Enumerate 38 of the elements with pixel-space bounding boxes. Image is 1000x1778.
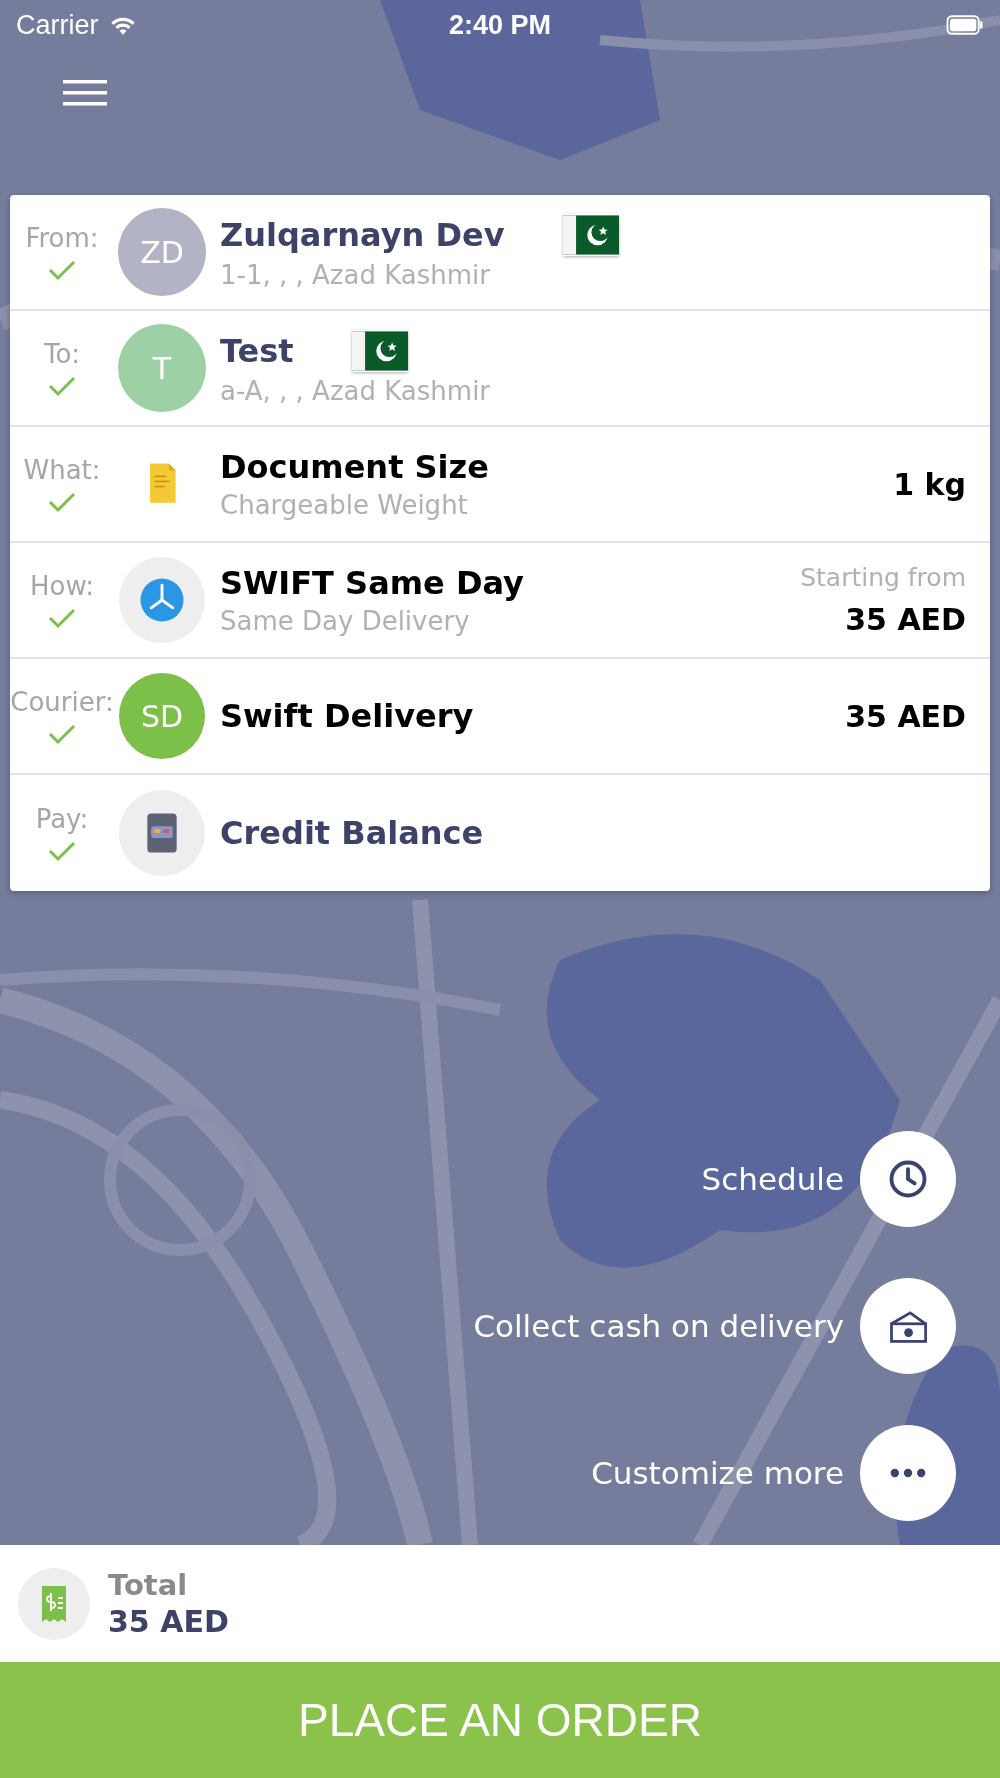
avatar: SD (119, 673, 205, 759)
row-title: Zulqarnayn Dev (220, 216, 505, 254)
row-title: Swift Delivery (220, 697, 474, 735)
receipt-icon (18, 1567, 90, 1640)
row-title: Test (220, 332, 294, 370)
card-reader-icon (118, 789, 206, 877)
carrier-name: Carrier (16, 9, 99, 41)
battery-icon (946, 15, 984, 35)
total-amount: 35 AED (108, 1604, 229, 1639)
row-value: 1 kg (893, 466, 966, 502)
row-title: Document Size (220, 448, 489, 486)
flag-icon (351, 330, 408, 372)
row-subtitle: a-A, , , Azad Kashmir (220, 376, 492, 406)
row-title: SWIFT Same Day (220, 564, 524, 602)
row-subtitle: Same Day Delivery (220, 606, 471, 636)
row-label: How: (29, 571, 95, 601)
row-label: To: (43, 339, 81, 369)
place-order-button[interactable]: PLACE AN ORDER (0, 1662, 1000, 1778)
more-icon (890, 1468, 926, 1478)
action-label[interactable]: Customize more (591, 1455, 844, 1491)
status-time: 2:40 PM (449, 9, 552, 41)
row-label: Courier: (10, 687, 114, 717)
row-value: 35 AED (845, 602, 966, 637)
row-value: 35 AED (845, 698, 966, 734)
price-note: Starting from (800, 563, 966, 592)
flag-icon (562, 214, 619, 256)
avatar: ZD (118, 208, 206, 296)
action-label[interactable]: Schedule (701, 1161, 844, 1197)
total-label: Total (108, 1568, 189, 1602)
menu-icon[interactable] (63, 80, 107, 106)
row-label: From: (25, 223, 99, 253)
avatar: T (118, 324, 206, 412)
row-subtitle: 1-1, , , Azad Kashmir (220, 260, 491, 290)
row-title: Credit Balance (220, 814, 484, 852)
row-label: Pay: (35, 804, 89, 834)
row-subtitle: Chargeable Weight (220, 490, 469, 520)
row-label: What: (23, 455, 101, 485)
action-label[interactable]: Collect cash on delivery (473, 1308, 844, 1344)
